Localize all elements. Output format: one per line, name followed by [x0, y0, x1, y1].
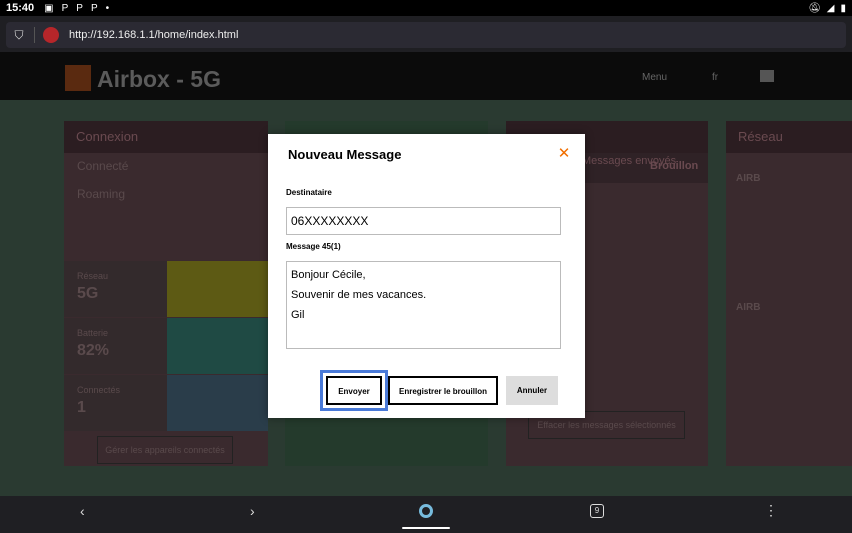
gesture-handle [402, 527, 450, 529]
status-row: Connecté [77, 159, 129, 173]
menu-link[interactable]: Menu [642, 72, 667, 83]
connexion-panel: Connexion Connecté Roaming Réseau 5G Bat… [64, 121, 268, 466]
wifi-icon: ◢ [826, 2, 835, 14]
network-tile: Réseau 5G [64, 261, 268, 317]
new-message-dialog: Nouveau Message ✕ Destinataire 06XXXXXXX… [268, 134, 585, 418]
browser-toolbar: ⛉ http://192.168.1.1/home/index.html [0, 16, 852, 52]
address-bar[interactable]: ⛉ http://192.168.1.1/home/index.html [6, 22, 846, 48]
bug-icon[interactable] [43, 27, 59, 43]
more-options-icon[interactable]: ⋮ [764, 502, 778, 519]
notification-p-icon: P [76, 2, 83, 14]
dot-icon: • [105, 2, 110, 14]
network-illustration [167, 261, 268, 317]
brand-logo [65, 65, 91, 91]
mute-icon: 🔕︎ [808, 2, 821, 14]
dialog-title: Nouveau Message [288, 147, 402, 162]
tab-draft[interactable]: Brouillon [650, 160, 698, 172]
devices-illustration [167, 375, 268, 431]
tile-value: 82% [77, 342, 110, 359]
tile-value: 1 [77, 399, 86, 416]
language-selector[interactable]: fr [712, 72, 718, 83]
url-text[interactable]: http://192.168.1.1/home/index.html [69, 29, 238, 41]
status-bar: 15:40 ▣ P P P • 🔕︎ ◢ ▮ [0, 0, 852, 16]
notification-p-icon: P [90, 2, 98, 14]
home-button-icon[interactable] [419, 504, 433, 518]
connected-tile: Connectés 1 [64, 375, 268, 431]
divider [34, 27, 35, 43]
send-button[interactable]: Envoyer [320, 370, 388, 411]
message-label: Message 45(1) [286, 242, 341, 251]
recipient-label: Destinataire [286, 188, 332, 197]
tile-label: Réseau [77, 271, 109, 281]
battery-illustration [167, 318, 268, 374]
tabs-icon[interactable]: 9 [590, 504, 604, 518]
message-line: Gil [291, 309, 305, 321]
home-icon[interactable] [760, 70, 774, 82]
site-header: Airbox - 5G Menu fr [0, 52, 852, 100]
recipient-input[interactable]: 06XXXXXXXX [286, 207, 561, 235]
close-icon[interactable]: ✕ [556, 146, 572, 162]
message-line: Bonjour Cécile, [291, 269, 366, 281]
save-draft-button[interactable]: Enregistrer le brouillon [388, 376, 498, 405]
image-icon: ▣ [44, 2, 54, 14]
reseau-panel: Réseau AIRB AIRB [726, 121, 852, 466]
message-textarea[interactable]: Bonjour Cécile, Souvenir de mes vacances… [286, 261, 561, 349]
tile-label: Connectés [77, 385, 121, 395]
tile-label: Batterie [77, 328, 109, 338]
panel-title: Réseau [726, 121, 852, 153]
navigation-bar: ‹ › 9 ⋮ [0, 496, 852, 533]
tile-value: 5G [77, 285, 99, 302]
back-icon[interactable]: ‹ [80, 503, 85, 519]
network-item[interactable]: AIRB [736, 173, 760, 184]
message-line: Souvenir de mes vacances. [291, 289, 427, 301]
panel-title: Connexion [64, 121, 268, 153]
network-item[interactable]: AIRB [736, 302, 760, 313]
cancel-button[interactable]: Annuler [506, 376, 558, 405]
status-row: Roaming [77, 187, 126, 201]
battery-tile: Batterie 82% [64, 318, 268, 374]
battery-icon: ▮ [840, 2, 846, 14]
site-title: Airbox - 5G [97, 66, 221, 92]
manage-devices-button[interactable]: Gérer les appareils connectés [97, 436, 233, 464]
shield-icon[interactable]: ⛉ [12, 28, 26, 42]
forward-icon[interactable]: › [250, 503, 255, 519]
notification-p-icon: P [61, 2, 69, 14]
status-time: 15:40 [6, 2, 35, 14]
